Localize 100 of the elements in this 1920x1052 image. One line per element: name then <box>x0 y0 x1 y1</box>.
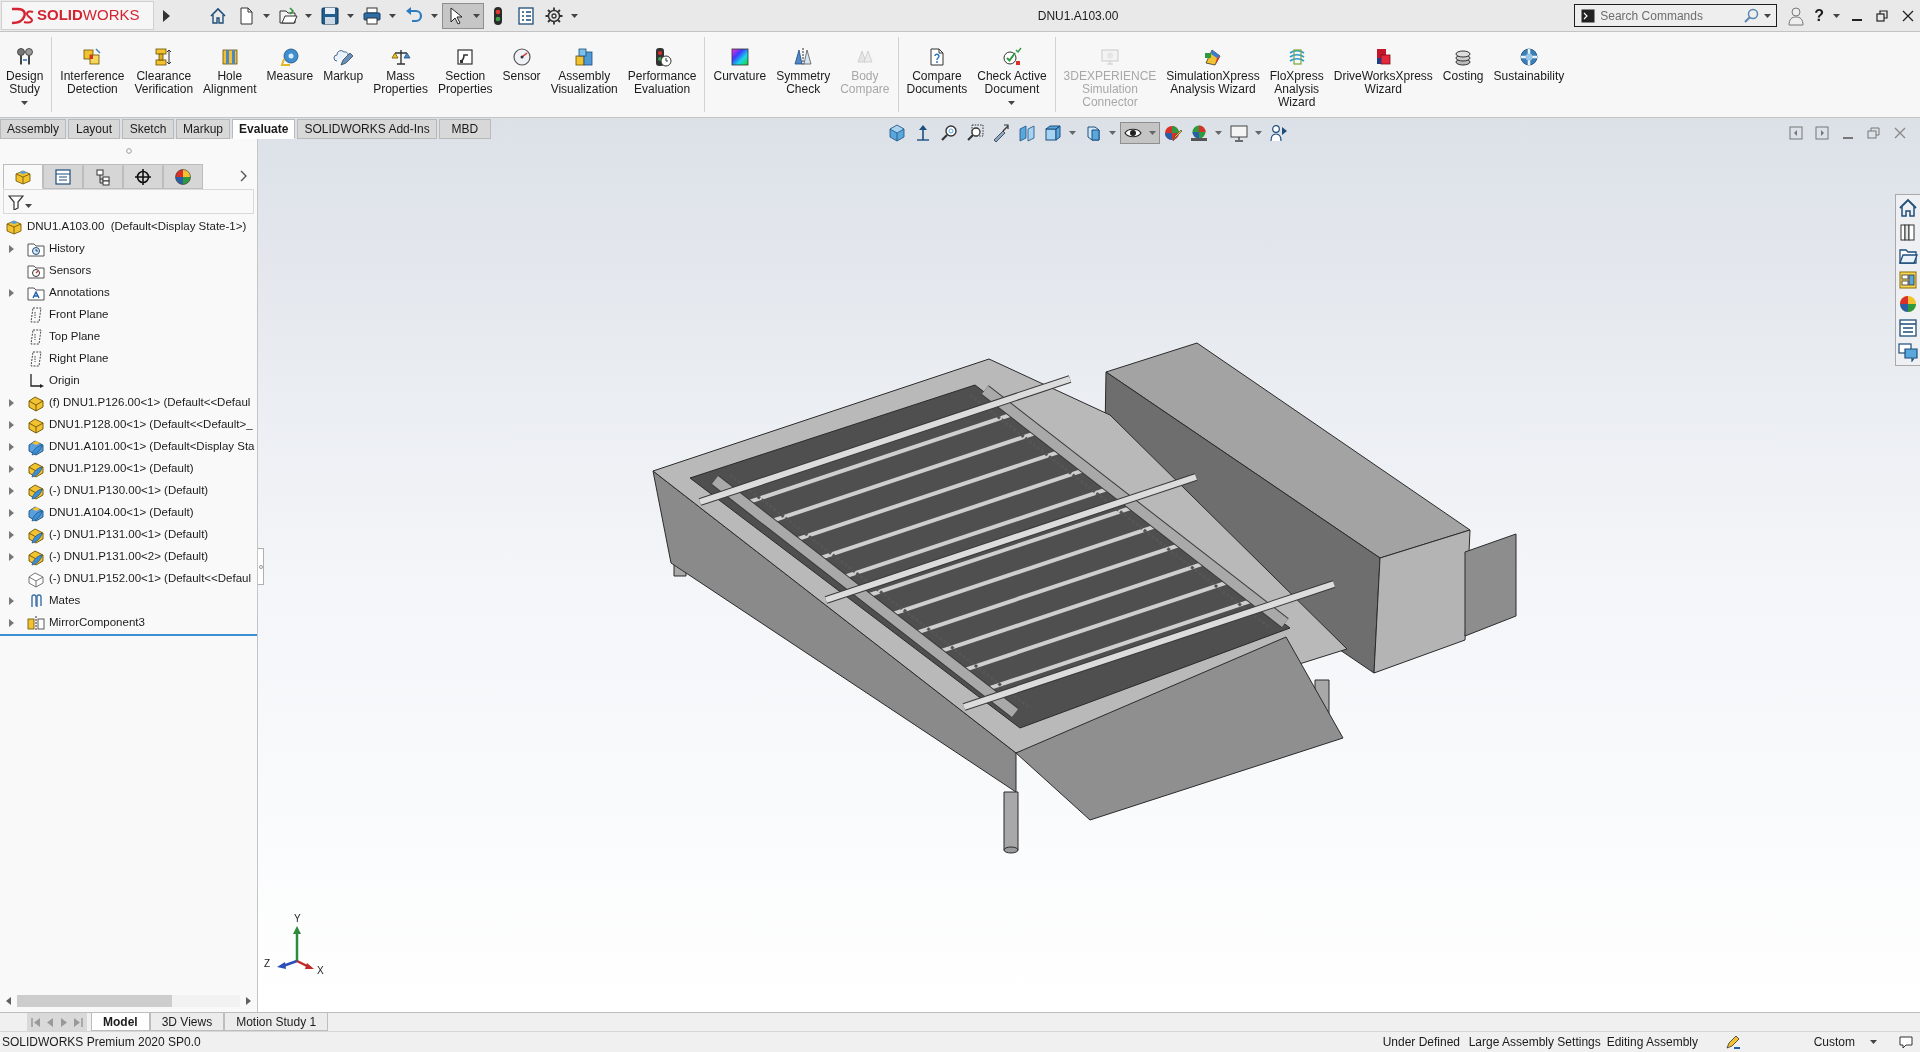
tree-item-label[interactable]: Sensors <box>49 262 92 280</box>
caret-down-icon[interactable] <box>304 13 312 18</box>
scrollbar-thumb[interactable] <box>17 995 172 1007</box>
tree-item-label[interactable]: (f) DNU1.P126.00<1> (Default<<Defaul <box>49 394 251 412</box>
grip-dot-icon[interactable] <box>125 148 132 154</box>
caret-right-icon[interactable] <box>9 619 14 627</box>
caret-down-icon[interactable] <box>346 13 354 18</box>
caret-down-icon[interactable] <box>388 13 396 18</box>
help-button[interactable]: ? <box>1814 7 1824 24</box>
ribbon-button[interactable]: SimulationXpress Analysis Wizard <box>1161 32 1265 117</box>
caret-right-icon[interactable] <box>9 553 14 561</box>
ribbon-button[interactable]: Performance Evaluation <box>622 32 702 117</box>
property-sheet-icon[interactable] <box>1898 318 1918 338</box>
tree-item-label[interactable]: MirrorComponent3 <box>49 614 145 632</box>
pencil-ruler-icon[interactable] <box>1724 1034 1741 1050</box>
search-field[interactable]: Search Commands <box>1574 4 1778 27</box>
command-tab[interactable]: Assembly <box>0 119 66 139</box>
command-tab[interactable]: SOLIDWORKS Add-Ins <box>297 119 437 139</box>
caret-right-icon[interactable] <box>9 443 14 451</box>
caret-right-icon[interactable] <box>9 509 14 517</box>
tree-item-label[interactable]: DNU1.A101.00<1> (Default<Display Sta <box>49 438 255 456</box>
ribbon-button[interactable]: Mass Properties <box>368 32 433 117</box>
restore-icon[interactable] <box>1876 9 1888 22</box>
tree-item-label[interactable]: Mates <box>49 592 81 610</box>
filter-field[interactable] <box>3 189 254 214</box>
tree-item-label[interactable]: (-) DNU1.P152.00<1> (Default<<Defaul <box>49 570 251 588</box>
color-sphere-icon[interactable] <box>1898 294 1918 314</box>
command-tab[interactable]: Markup <box>176 119 231 139</box>
ribbon-button[interactable]: Check Active Document <box>972 32 1052 117</box>
caret-down-icon[interactable] <box>1008 101 1016 105</box>
caret-down-icon[interactable] <box>570 13 578 18</box>
tile-right-icon[interactable] <box>1815 126 1829 140</box>
tree-item-label[interactable]: Annotations <box>49 284 110 302</box>
ribbon-button[interactable]: Curvature <box>708 32 772 117</box>
caret-down-icon[interactable] <box>1068 131 1076 135</box>
command-tab[interactable]: Evaluate <box>232 119 296 139</box>
tree-item-label[interactable]: Right Plane <box>49 350 109 368</box>
sheet-tab[interactable]: Model <box>91 1013 150 1031</box>
search-input[interactable]: Search Commands <box>1600 6 1739 25</box>
caret-down-icon[interactable] <box>262 13 270 18</box>
ribbon-button[interactable]: Sensor <box>497 32 546 117</box>
ribbon-button[interactable]: DriveWorksXpress Wizard <box>1328 32 1438 117</box>
caret-right-icon[interactable] <box>9 531 14 539</box>
sheet-tab[interactable]: Motion Study 1 <box>224 1013 329 1031</box>
tree-item-label[interactable]: Top Plane <box>49 328 101 346</box>
ribbon-button[interactable]: Clearance Verification <box>129 32 199 117</box>
ribbon-button[interactable]: Markup <box>318 32 369 117</box>
caret-right-icon[interactable] <box>9 289 14 297</box>
caret-left-icon[interactable] <box>6 997 11 1005</box>
units-button[interactable]: Custom <box>1813 1033 1877 1051</box>
caret-down-icon[interactable] <box>1764 13 1772 18</box>
home-icon[interactable] <box>1898 198 1918 218</box>
ribbon-button[interactable]: FloXpress Analysis Wizard <box>1264 32 1329 117</box>
caret-down-icon[interactable] <box>1254 131 1262 135</box>
tree-item-label[interactable]: DNU1.A103.00 (Default<Display State-1>) <box>27 218 247 236</box>
speech-bubble-icon[interactable] <box>1898 1034 1914 1050</box>
caret-down-icon[interactable] <box>21 101 29 105</box>
tile-left-icon[interactable] <box>1789 126 1803 140</box>
caret-right-icon[interactable] <box>9 421 14 429</box>
tree-item-label[interactable]: (-) DNU1.P131.00<1> (Default) <box>49 526 209 544</box>
caret-down-icon[interactable] <box>430 13 438 18</box>
panel-tab[interactable] <box>123 164 163 189</box>
triangle-right-icon[interactable] <box>162 9 170 22</box>
ribbon-button[interactable]: Design Study <box>1 32 49 117</box>
horizontal-scrollbar[interactable] <box>17 995 240 1007</box>
caret-right-icon[interactable] <box>9 245 14 253</box>
ribbon-button[interactable]: Interference Detection <box>55 32 130 117</box>
command-tab[interactable]: Layout <box>68 119 120 139</box>
panel-tab[interactable] <box>83 164 123 189</box>
caret-down-icon[interactable] <box>1833 13 1840 18</box>
tree-item-label[interactable]: DNU1.P128.00<1> (Default<<Default>_ <box>49 416 253 434</box>
chevron-right-icon[interactable] <box>240 170 247 182</box>
caret-right-icon[interactable] <box>9 487 14 495</box>
caret-right-icon[interactable] <box>9 399 14 407</box>
sheet-tab[interactable]: 3D Views <box>149 1013 225 1031</box>
ribbon-button[interactable]: Hole Alignment <box>198 32 262 117</box>
user-icon[interactable] <box>1788 5 1805 26</box>
quick-access-button[interactable] <box>442 2 484 29</box>
view-tool-button[interactable] <box>1120 122 1160 144</box>
tree-item-label[interactable]: Front Plane <box>49 306 109 324</box>
skip-start-icon[interactable] <box>30 1016 42 1028</box>
tree-item-label[interactable]: DNU1.A104.00<1> (Default) <box>49 504 194 522</box>
folder-icon[interactable] <box>1898 246 1918 266</box>
ribbon-button[interactable]: Symmetry Check <box>771 32 836 117</box>
tree-item-label[interactable]: Origin <box>49 372 80 390</box>
ribbon-button[interactable]: Compare Documents <box>901 32 973 117</box>
caret-down-icon[interactable] <box>472 13 480 18</box>
books-icon[interactable] <box>1898 222 1918 242</box>
chat-bubbles-icon[interactable] <box>1898 342 1918 362</box>
ribbon-button[interactable]: Sustainability <box>1488 32 1570 117</box>
tree-item-label[interactable]: DNU1.P129.00<1> (Default) <box>49 460 194 478</box>
tree-item-label[interactable]: (-) DNU1.P131.00<2> (Default) <box>49 548 209 566</box>
command-tab[interactable]: Sketch <box>122 119 174 139</box>
caret-down-icon[interactable] <box>25 203 32 208</box>
ribbon-button[interactable]: Costing <box>1437 32 1489 117</box>
close-icon[interactable] <box>1902 9 1914 22</box>
caret-right-icon[interactable] <box>9 465 14 473</box>
caret-down-icon[interactable] <box>1108 131 1116 135</box>
caret-right-icon[interactable] <box>246 997 251 1005</box>
tree-item-label[interactable]: History <box>49 240 85 258</box>
